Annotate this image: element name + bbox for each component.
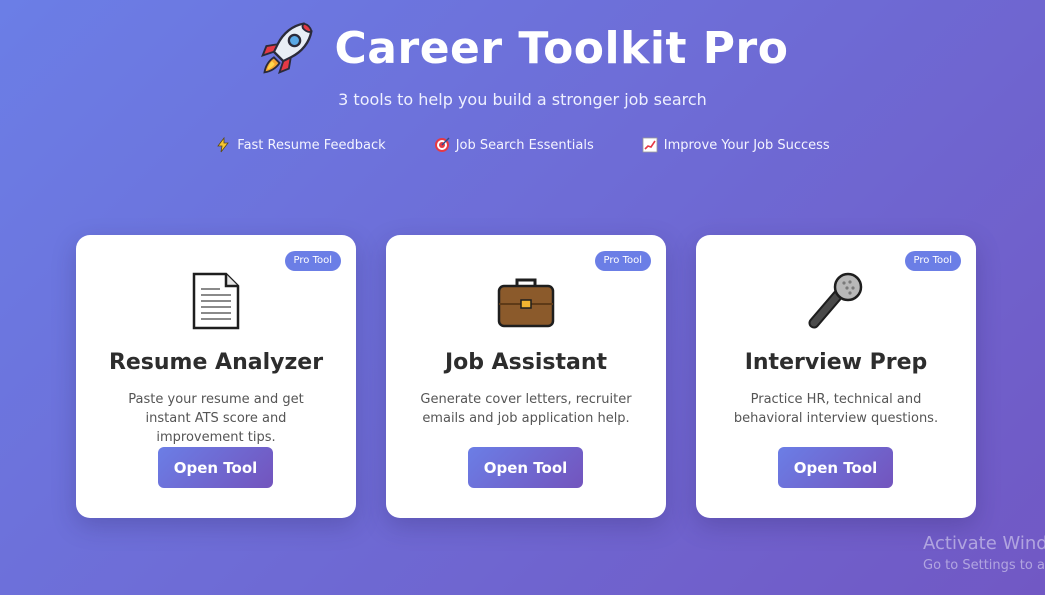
- lightning-icon: [217, 137, 230, 153]
- watermark-title: Activate Wind: [923, 533, 1045, 554]
- briefcase-icon: [497, 278, 555, 328]
- card-title: Job Assistant: [444, 350, 608, 375]
- card-title: Resume Analyzer: [108, 350, 324, 375]
- feature-item: Job Search Essentials: [434, 137, 594, 153]
- card-description: Paste your resume and get instant ATS sc…: [128, 392, 304, 445]
- activation-watermark: Activate Wind Go to Settings to a: [923, 533, 1045, 573]
- target-icon: [434, 137, 450, 152]
- card-interview-prep: Pro Tool Interview Prep Practice HR, tec…: [696, 235, 976, 518]
- open-tool-button[interactable]: Open Tool: [158, 447, 273, 488]
- feature-label: Job Search Essentials: [455, 137, 594, 153]
- feature-list: Fast Resume Feedback Job Search Essentia…: [0, 137, 1045, 153]
- document-icon: [192, 272, 240, 330]
- pro-badge: Pro Tool: [284, 251, 341, 271]
- open-tool-button[interactable]: Open Tool: [778, 447, 893, 488]
- feature-label: Fast Resume Feedback: [237, 137, 386, 153]
- open-tool-button[interactable]: Open Tool: [468, 447, 583, 488]
- page-title: Career Toolkit Pro: [334, 22, 789, 74]
- card-description: Practice HR, technical and behavioral in…: [733, 392, 939, 426]
- feature-label: Improve Your Job Success: [663, 137, 830, 153]
- card-title: Interview Prep: [744, 350, 928, 375]
- pro-badge: Pro Tool: [594, 251, 651, 271]
- tool-cards: Pro Tool Resume Analyzer Paste your resu…: [76, 235, 976, 518]
- watermark-subtitle: Go to Settings to a: [923, 558, 1045, 573]
- feature-item: Fast Resume Feedback: [215, 137, 386, 153]
- card-job-assistant: Pro Tool Job Assistant Generate cover le…: [386, 235, 666, 518]
- page-header: Career Toolkit Pro: [0, 18, 1045, 78]
- page-subtitle: 3 tools to help you build a stronger job…: [338, 90, 707, 109]
- chart-up-icon: [642, 137, 658, 153]
- feature-item: Improve Your Job Success: [642, 137, 830, 153]
- rocket-icon: [260, 22, 313, 74]
- card-resume-analyzer: Pro Tool Resume Analyzer Paste your resu…: [76, 235, 356, 518]
- microphone-icon: [808, 272, 863, 329]
- card-description: Generate cover letters, recruiter emails…: [420, 392, 632, 426]
- pro-badge: Pro Tool: [904, 251, 961, 271]
